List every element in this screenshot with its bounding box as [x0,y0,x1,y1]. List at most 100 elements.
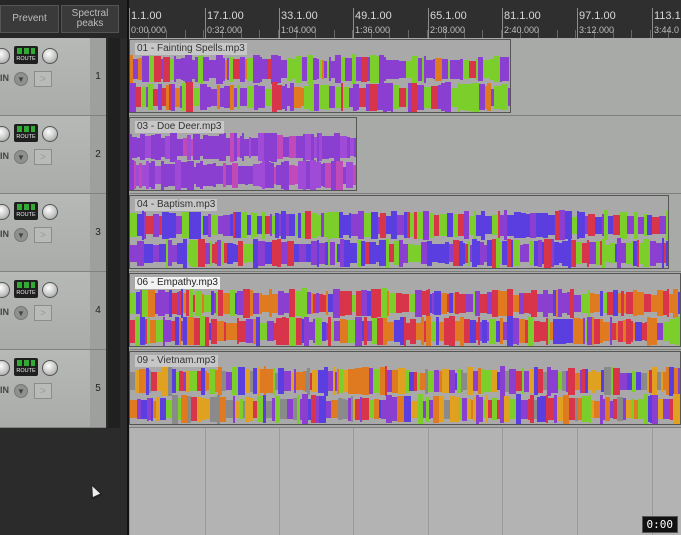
route-button[interactable]: ROUTE [14,358,38,376]
triangle-down-icon[interactable]: ▼ [14,72,28,86]
waveform-peak [332,212,339,238]
media-item[interactable]: 06 - Empathy.mp3 [129,273,681,347]
pan-knob[interactable] [42,282,58,298]
waveform-peak [287,240,294,266]
track-number: 3 [90,194,106,271]
track-lane-1[interactable]: 01 - Fainting Spells.mp3 [129,38,681,116]
waveform-peak [370,83,377,111]
ruler-time-label: 3:44.0 [654,25,680,35]
pan-knob[interactable] [42,360,58,376]
waveform-peak [348,319,355,343]
media-item[interactable]: 03 - Doe Deer.mp3 [129,117,357,191]
route-label: ROUTE [16,368,36,374]
ruler-time-label: 2:08.000 [430,25,466,35]
waveform-peak [451,87,458,107]
waveform-peak [280,399,287,419]
waveform-peak [247,86,254,108]
route-button[interactable]: ROUTE [14,280,38,298]
waveform-peak [494,85,501,109]
arrow-right-icon[interactable]: > [34,149,52,165]
route-button[interactable]: ROUTE [14,202,38,220]
track-row-3[interactable]: ROUTE IN ▼ >3 [0,194,106,272]
spectral-peaks-button[interactable]: Spectral peaks [61,5,119,33]
waveform-peak [253,55,260,83]
track-lane-3[interactable]: 04 - Baptism.mp3 [129,194,681,272]
track-lane-5[interactable]: 09 - Vietnam.mp3 [129,350,681,428]
waveform-peak [480,293,487,313]
waveform-peak [226,400,233,418]
arrow-right-icon[interactable]: > [34,71,52,87]
waveform-peak [675,317,680,345]
track-lane-4[interactable]: 06 - Empathy.mp3 [129,272,681,350]
waveform-peak [544,238,551,268]
ruler-bar-tick [502,8,503,38]
waveform-peak [353,165,356,185]
waveform-peak [146,216,153,234]
waveform-peak [163,56,170,82]
volume-knob[interactable] [0,48,10,64]
ruler-bar-tick [129,8,130,38]
route-button[interactable]: ROUTE [14,46,38,64]
waveform-peak [187,160,194,190]
media-item-label: 03 - Doe Deer.mp3 [135,121,224,133]
track-number: 2 [90,116,106,193]
waveform-peak [438,243,445,263]
waveform-peak [650,317,657,345]
waveform-peak [345,291,352,315]
triangle-down-icon[interactable]: ▼ [14,306,28,320]
pan-knob[interactable] [42,204,58,220]
waveform-peak [659,216,666,234]
waveform-peak [260,322,267,340]
pan-knob[interactable] [42,126,58,142]
waveform-peak [574,294,581,312]
waveform-peak [319,85,326,109]
triangle-down-icon[interactable]: ▼ [14,150,28,164]
triangle-down-icon[interactable]: ▼ [14,228,28,242]
media-item[interactable]: 09 - Vietnam.mp3 [129,351,681,425]
waveform-peak [233,59,240,79]
arrange-view[interactable]: 01 - Fainting Spells.mp3 03 - Doe Deer.mp… [129,38,681,535]
waveform-peak [582,396,589,422]
ruler-bar-label: 65.1.00 [430,10,467,22]
track-row-5[interactable]: ROUTE IN ▼ >5 [0,350,106,428]
prevent-button[interactable]: Prevent [0,5,59,33]
waveform-peak [589,242,596,264]
waveform-peak [509,368,516,394]
waveform-peak [258,240,265,266]
timeline-ruler[interactable]: 1.1.00 0:00.000 17.1.00 0:32.000 33.1.00 1:04… [129,0,681,38]
waveform-peak [551,369,558,393]
waveform-peak [604,367,611,395]
volume-knob[interactable] [0,282,10,298]
waveform-peak [265,88,272,106]
tcp-scrollbar[interactable] [108,38,120,428]
arrow-right-icon[interactable]: > [34,227,52,243]
waveform-peak [348,368,355,394]
track-row-1[interactable]: ROUTE IN ▼ >1 [0,38,106,116]
waveform-peak [548,215,555,235]
route-button[interactable]: ROUTE [14,124,38,142]
track-row-2[interactable]: ROUTE IN ▼ >2 [0,116,106,194]
volume-knob[interactable] [0,204,10,220]
ruler-time-label: 3:12.000 [579,25,615,35]
media-item[interactable]: 04 - Baptism.mp3 [129,195,669,269]
volume-knob[interactable] [0,126,10,142]
waveform-peak [355,316,362,346]
ruler-bar-label: 97.1.00 [579,10,616,22]
track-number: 1 [90,38,106,115]
waveform-peak [508,88,510,106]
volume-knob[interactable] [0,360,10,376]
media-item[interactable]: 01 - Fainting Spells.mp3 [129,39,511,113]
waveform-peak [238,166,245,184]
arrow-right-icon[interactable]: > [34,383,52,399]
waveform-peak [389,293,396,313]
triangle-down-icon[interactable]: ▼ [14,384,28,398]
track-lane-2[interactable]: 03 - Doe Deer.mp3 [129,116,681,194]
media-item-label: 09 - Vietnam.mp3 [135,355,218,367]
pan-knob[interactable] [42,48,58,64]
waveform-peak [193,134,200,160]
track-row-4[interactable]: ROUTE IN ▼ >4 [0,272,106,350]
arrow-right-icon[interactable]: > [34,305,52,321]
waveform-peak [666,240,668,266]
waveform-peak [217,321,224,341]
waveform-peak [369,242,376,264]
